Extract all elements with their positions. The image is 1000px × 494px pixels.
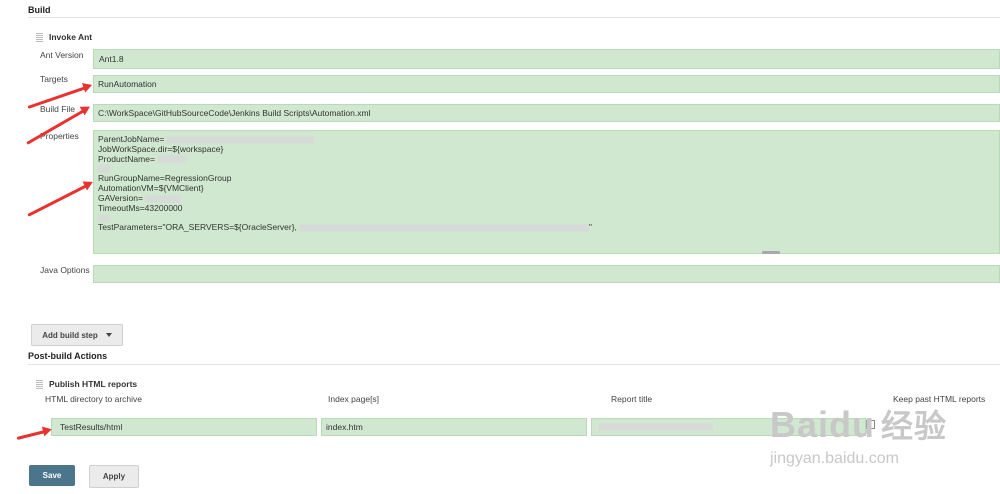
targets-value: RunAutomation xyxy=(98,79,157,89)
drag-handle-icon[interactable] xyxy=(36,32,43,42)
build-section-title: Build xyxy=(28,5,51,15)
targets-input[interactable]: RunAutomation xyxy=(93,75,1000,93)
col-index-label: Index page[s] xyxy=(328,394,380,404)
annotation-arrow-properties xyxy=(27,182,91,217)
index-page-input[interactable]: index.htm xyxy=(321,418,587,436)
java-options-input[interactable] xyxy=(93,265,1000,283)
baidu-watermark-url: jingyan.baidu.com xyxy=(770,450,899,467)
targets-label: Targets xyxy=(40,74,68,84)
build-file-label: Build File xyxy=(40,104,75,114)
add-build-step-button[interactable]: Add build step xyxy=(31,324,123,346)
properties-line: ProductName= xyxy=(98,154,995,165)
post-build-divider xyxy=(28,364,1000,365)
textarea-resize-handle[interactable] xyxy=(762,251,780,254)
html-dir-input[interactable]: TestResults/html xyxy=(51,418,317,436)
properties-line: ParentJobName= xyxy=(98,134,995,145)
baidu-watermark-logo: Baidu 经验 xyxy=(770,404,948,445)
col-html-dir-label: HTML directory to archive xyxy=(45,394,142,404)
properties-line xyxy=(98,164,995,174)
ant-version-value: Ant1.8 xyxy=(99,54,124,64)
properties-line: TimeoutMs=43200000 xyxy=(98,202,183,213)
java-options-label: Java Options xyxy=(40,265,90,275)
properties-line: JobWorkSpace.dir=${workspace} xyxy=(98,143,224,154)
col-report-title-label: Report title xyxy=(611,394,653,404)
invoke-ant-header: Invoke Ant xyxy=(36,32,92,42)
apply-button[interactable]: Apply xyxy=(89,465,139,488)
build-divider xyxy=(28,17,1000,18)
annotation-arrow-html-dir xyxy=(16,429,49,440)
properties-line: RunGroupName=RegressionGroup xyxy=(98,173,232,184)
drag-handle-icon[interactable] xyxy=(36,379,43,389)
invoke-ant-title: Invoke Ant xyxy=(49,32,93,42)
post-build-section-title: Post-build Actions xyxy=(28,351,108,361)
ant-version-label: Ant Version xyxy=(40,50,84,60)
properties-textarea[interactable]: ParentJobName= JobWorkSpace.dir=${worksp… xyxy=(93,130,1000,254)
properties-line: TestParameters="ORA_SERVERS=${OracleServ… xyxy=(98,222,592,233)
report-title-redacted xyxy=(598,423,713,431)
build-file-input[interactable]: C:\WorkSpace\GitHubSourceCode\Jenkins Bu… xyxy=(93,104,1000,122)
build-file-value: C:\WorkSpace\GitHubSourceCode\Jenkins Bu… xyxy=(98,108,371,118)
publish-html-header: Publish HTML reports xyxy=(36,379,137,389)
properties-line: AutomationVM=${VMClient} xyxy=(98,182,204,193)
ant-version-select[interactable]: Ant1.8 xyxy=(93,49,1000,69)
properties-line: GAVersion= xyxy=(98,193,995,204)
chevron-down-icon xyxy=(105,333,112,337)
save-button[interactable]: Save xyxy=(29,465,75,486)
publish-html-title: Publish HTML reports xyxy=(49,379,138,389)
